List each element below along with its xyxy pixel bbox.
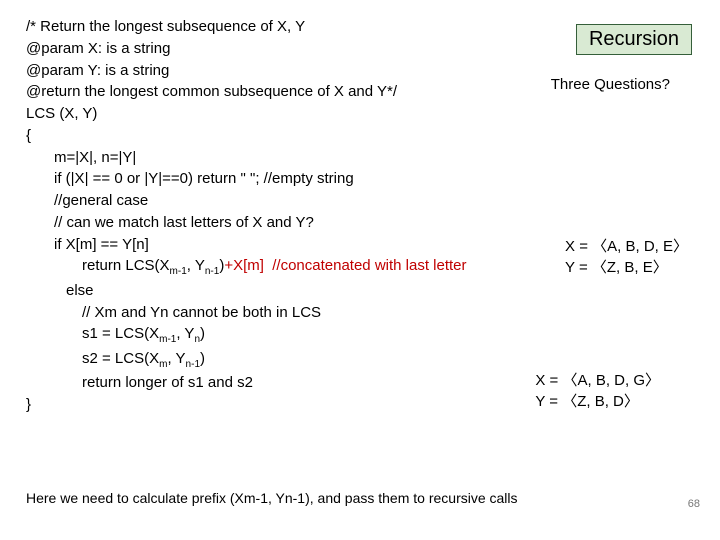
example-1-y: Y = 〈Z, B, E〉 [565, 257, 688, 278]
text: return LCS(X [82, 257, 170, 274]
subscript: n-1 [186, 359, 200, 370]
code-line: { [26, 125, 467, 147]
code-line-s2: s2 = LCS(Xm, Yn-1) [26, 348, 467, 373]
footer-note: Here we need to calculate prefix (Xm-1, … [26, 490, 518, 506]
text: , Y [176, 325, 194, 342]
example-1: X = 〈A, B, D, E〉 Y = 〈Z, B, E〉 [565, 236, 688, 278]
text: , Y [187, 257, 205, 274]
recursion-badge: Recursion [576, 24, 692, 55]
code-line-return-concat: return LCS(Xm-1, Yn-1)+X[m] //concatenat… [26, 255, 467, 280]
code-line-s1: s1 = LCS(Xm-1, Yn) [26, 323, 467, 348]
example-2-x: X = 〈A, B, D, G〉 [535, 370, 660, 391]
text: s1 = LCS(X [82, 325, 159, 342]
code-line: /* Return the longest subsequence of X, … [26, 16, 467, 38]
code-line: if X[m] == Y[n] [26, 234, 467, 256]
code-line: m=|X|, n=|Y| [26, 147, 467, 169]
code-line: } [26, 394, 467, 416]
code-line: else [26, 280, 467, 302]
example-1-x: X = 〈A, B, D, E〉 [565, 236, 688, 257]
code-line: return longer of s1 and s2 [26, 372, 467, 394]
code-line: if (|X| == 0 or |Y|==0) return " "; //em… [26, 168, 467, 190]
text: , Y [167, 350, 185, 367]
code-line: @param X: is a string [26, 38, 467, 60]
slide: /* Return the longest subsequence of X, … [0, 0, 720, 540]
subscript: m-1 [159, 334, 176, 345]
code-line: // Xm and Yn cannot be both in LCS [26, 302, 467, 324]
pseudocode-block: /* Return the longest subsequence of X, … [26, 16, 467, 416]
subscript: m-1 [170, 266, 187, 277]
page-number: 68 [688, 498, 700, 510]
text: s2 = LCS(X [82, 350, 159, 367]
code-line: //general case [26, 190, 467, 212]
code-line: @param Y: is a string [26, 60, 467, 82]
code-line: @return the longest common subsequence o… [26, 81, 467, 103]
text: ) [200, 350, 205, 367]
three-questions-text: Three Questions? [551, 76, 670, 93]
highlight-text: +X[m] //concatenated with last letter [224, 257, 466, 274]
code-line: // can we match last letters of X and Y? [26, 212, 467, 234]
code-line: LCS (X, Y) [26, 103, 467, 125]
example-2: X = 〈A, B, D, G〉 Y = 〈Z, B, D〉 [535, 370, 660, 412]
subscript: n-1 [205, 266, 219, 277]
example-2-y: Y = 〈Z, B, D〉 [535, 391, 660, 412]
text: ) [200, 325, 205, 342]
